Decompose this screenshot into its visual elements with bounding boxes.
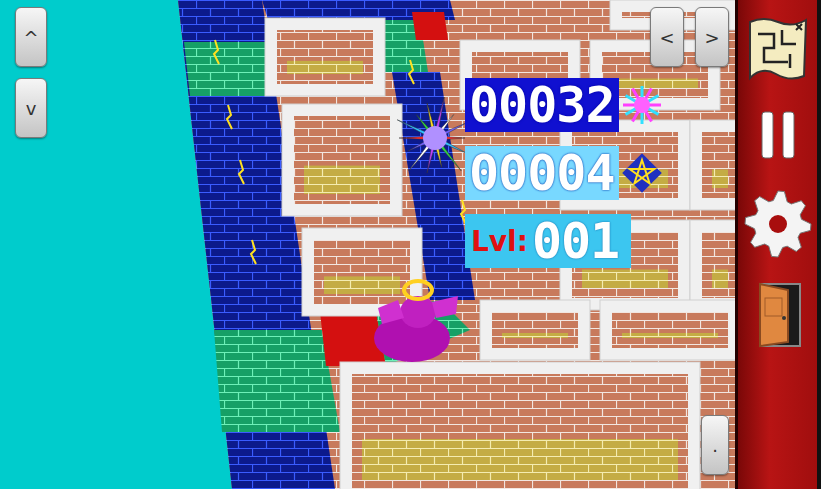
brick-block [265, 18, 385, 96]
level-number: 001 [528, 214, 623, 268]
rect-part [282, 104, 402, 216]
path-part [750, 19, 806, 79]
rect-part [362, 439, 678, 480]
rect-part [600, 300, 735, 360]
rect-part [622, 333, 718, 338]
rect-part [340, 362, 700, 489]
rect-part [352, 374, 688, 489]
rect-part [492, 312, 578, 348]
path-part [796, 24, 802, 30]
polygon-part [629, 160, 654, 184]
hud: 00032 00004 Lvl:001 [465, 78, 663, 268]
level-indicator: Lvl:001 [465, 214, 631, 268]
sparkle [227, 105, 232, 129]
circle-part [769, 215, 787, 233]
game-view[interactable]: ^ v <>. 00032 00004 Lvl:001 [0, 0, 735, 489]
spiky-enemy [397, 97, 467, 173]
rect-part [762, 112, 773, 158]
rect-part [622, 153, 662, 193]
brick-block [690, 120, 735, 210]
rect-part [690, 120, 735, 210]
rect-part [265, 18, 385, 96]
star-icon [621, 152, 663, 194]
rect-part [304, 166, 380, 194]
brick-block [690, 220, 735, 310]
hud-row: 00032 [465, 78, 663, 132]
halo [404, 281, 432, 299]
rect-part [712, 170, 728, 189]
star-counter: 00004 [465, 146, 619, 200]
brick-block [340, 362, 700, 489]
map-icon[interactable] [744, 14, 812, 84]
green-tile [214, 330, 340, 432]
brick-block [600, 300, 735, 360]
rect-part [702, 232, 735, 298]
rect-part [765, 298, 782, 316]
sparkle [214, 40, 219, 64]
enemy-spike [435, 97, 444, 131]
camera-down-button[interactable]: v [15, 78, 47, 138]
rect-part [690, 220, 735, 310]
rect-part [702, 132, 735, 198]
circle-part [634, 97, 650, 113]
hud-row: Lvl:001 [465, 214, 663, 268]
green-tile [184, 42, 278, 96]
rect-part [612, 79, 698, 89]
path-part [758, 30, 796, 68]
rect-part [712, 270, 728, 289]
player-character [374, 281, 458, 362]
rect-part [582, 270, 668, 289]
enemy-core [423, 126, 447, 150]
polygon-part [378, 300, 404, 324]
gem-counter: 00032 [465, 78, 619, 132]
gear-icon[interactable] [744, 186, 812, 262]
rect-part [760, 284, 800, 346]
camera-up-button[interactable]: ^ [15, 7, 47, 67]
rect-part [294, 116, 390, 204]
circle-part [782, 316, 786, 320]
rect-part [502, 333, 568, 338]
exit-door-icon[interactable] [744, 280, 812, 350]
rect-part [324, 276, 400, 294]
sparkle [409, 60, 414, 84]
rotate-left-button[interactable]: < [650, 7, 684, 67]
red-tile [412, 12, 448, 40]
rect-part [612, 312, 728, 348]
sparkle [251, 240, 256, 264]
rect-part [287, 61, 363, 74]
corner-button[interactable]: . [701, 415, 729, 475]
enemy-spike [399, 136, 427, 139]
game-screen: ^ v <>. 00032 00004 Lvl:001 [0, 0, 821, 489]
pause-icon[interactable] [744, 102, 812, 168]
brick-block [282, 104, 402, 216]
rotate-right-button[interactable]: > [695, 7, 729, 67]
sparkle [239, 160, 244, 184]
brick-block [480, 300, 590, 360]
level-label: Lvl: [465, 225, 528, 258]
brick-floor [0, 0, 735, 489]
polygon-part [760, 284, 788, 346]
polygon-part [745, 191, 811, 257]
hud-row: 00004 [465, 146, 663, 200]
rect-part [277, 30, 373, 84]
snowflake-gem-icon [621, 84, 663, 126]
rect-part [783, 112, 794, 158]
rect-part [480, 300, 590, 360]
sidebar [735, 0, 821, 489]
rect-part [314, 240, 410, 304]
polygon-part [432, 296, 458, 318]
